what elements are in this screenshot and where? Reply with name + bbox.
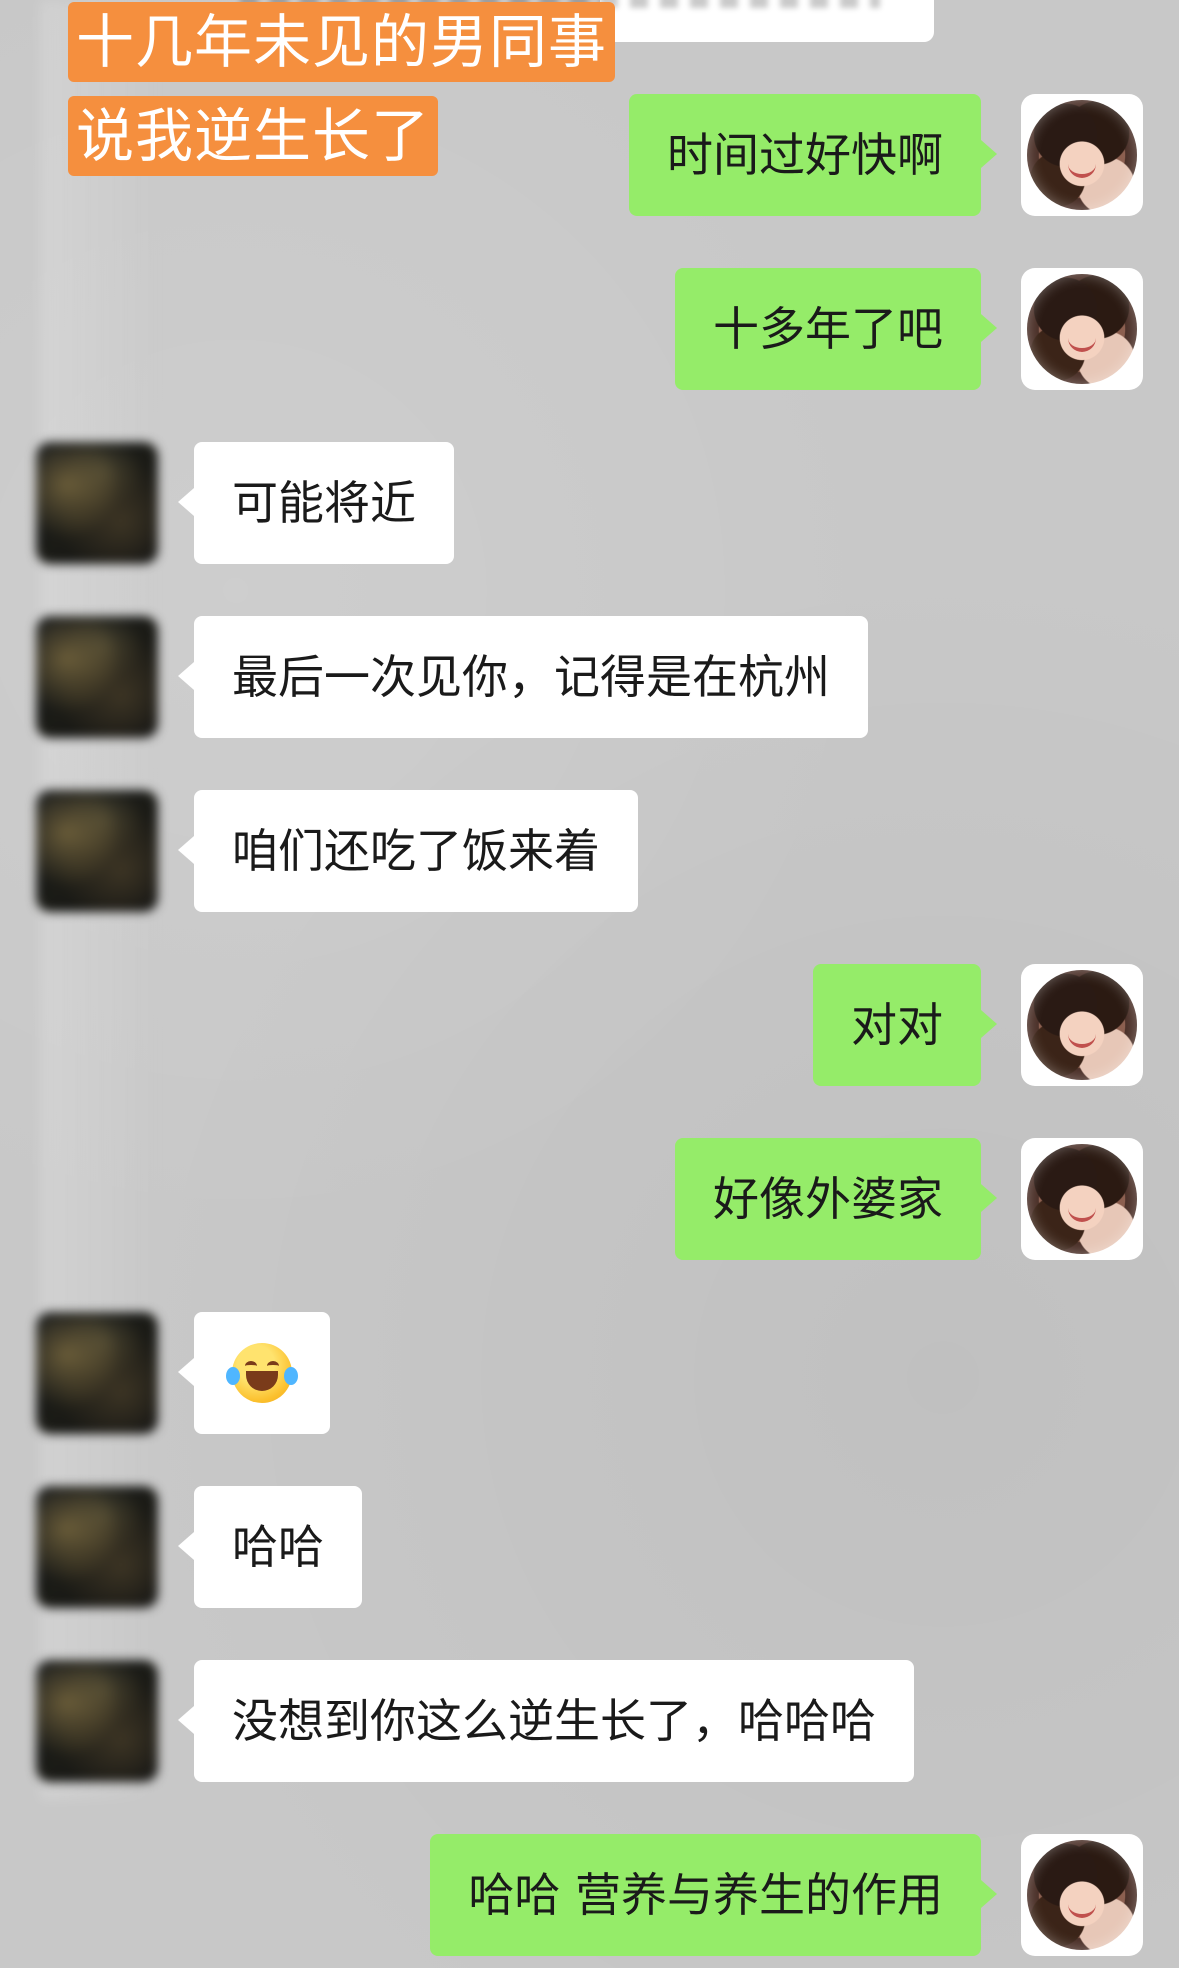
message-bubble[interactable]: 好像外婆家: [675, 1138, 981, 1260]
avatar-photo-icon: [1027, 100, 1137, 210]
chat-background: 十几年未见的男同事 说我逆生长了 时间过好快啊 十多年了吧 可能将近 最后一次见…: [0, 0, 1179, 1968]
avatar-photo-icon: [1027, 274, 1137, 384]
message-bubble[interactable]: 没想到你这么逆生长了，哈哈哈: [194, 1660, 914, 1782]
avatar-photo-icon: [1027, 970, 1137, 1080]
message-bubble[interactable]: 哈哈 营养与养生的作用: [430, 1834, 981, 1956]
contact-avatar[interactable]: [36, 1312, 158, 1434]
bubble-tail: [178, 1706, 194, 1734]
my-avatar[interactable]: [1021, 94, 1143, 216]
contact-avatar[interactable]: [36, 790, 158, 912]
bubble-tail: [178, 836, 194, 864]
message-bubble[interactable]: 最后一次见你，记得是在杭州: [194, 616, 868, 738]
my-avatar[interactable]: [1021, 1138, 1143, 1260]
avatar-photo-icon: [1027, 1144, 1137, 1254]
bubble-tail: [178, 662, 194, 690]
bubble-tail: [981, 1184, 997, 1212]
bubble-tail: [178, 1532, 194, 1560]
my-avatar[interactable]: [1021, 1834, 1143, 1956]
message-row: 没想到你这么逆生长了，哈哈哈: [0, 1660, 1179, 1782]
bubble-tail: [981, 140, 997, 168]
message-bubble[interactable]: 咱们还吃了饭来着: [194, 790, 638, 912]
message-row: 哈哈 营养与养生的作用: [0, 1834, 1179, 1956]
bubble-tail: [178, 488, 194, 516]
bubble-tail: [981, 1880, 997, 1908]
contact-avatar[interactable]: [36, 616, 158, 738]
message-bubble[interactable]: 十多年了吧: [675, 268, 981, 390]
contact-avatar[interactable]: [36, 442, 158, 564]
contact-avatar[interactable]: [36, 1486, 158, 1608]
message-row: 对对: [0, 964, 1179, 1086]
message-bubble[interactable]: 可能将近: [194, 442, 454, 564]
my-avatar[interactable]: [1021, 964, 1143, 1086]
message-row: 最后一次见你，记得是在杭州: [0, 616, 1179, 738]
message-row: 好像外婆家: [0, 1138, 1179, 1260]
tears-of-joy-icon: [226, 1342, 298, 1403]
caption-line-1: 十几年未见的男同事: [68, 2, 616, 82]
message-bubble[interactable]: 哈哈: [194, 1486, 362, 1608]
message-bubble[interactable]: 对对: [813, 964, 981, 1086]
contact-avatar[interactable]: [36, 1660, 158, 1782]
message-bubble[interactable]: 时间过好快啊: [629, 94, 981, 216]
my-avatar[interactable]: [1021, 268, 1143, 390]
bubble-tail: [178, 1358, 194, 1386]
message-row: 哈哈: [0, 1486, 1179, 1608]
message-row: 咱们还吃了饭来着: [0, 790, 1179, 912]
emoji-message-bubble[interactable]: [194, 1312, 330, 1434]
message-row: 时间过好快啊: [0, 94, 1179, 216]
message-row: 可能将近: [0, 442, 1179, 564]
bubble-tail: [981, 314, 997, 342]
bubble-tail: [981, 1010, 997, 1038]
avatar-photo-icon: [1027, 1840, 1137, 1950]
message-row: [0, 1312, 1179, 1434]
message-row: 十多年了吧: [0, 268, 1179, 390]
